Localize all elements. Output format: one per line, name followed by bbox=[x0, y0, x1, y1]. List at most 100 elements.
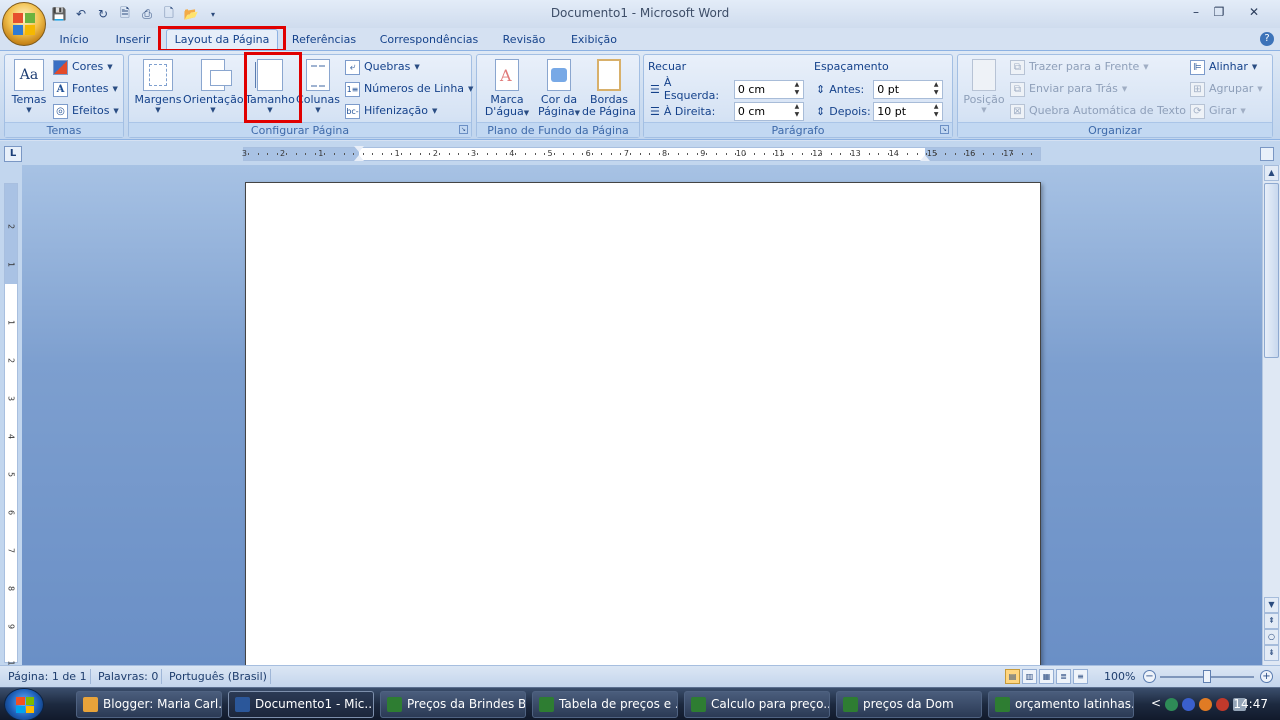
orientacao-button[interactable]: Orientação ▼ bbox=[183, 59, 244, 114]
close-button[interactable]: ✕ bbox=[1240, 2, 1268, 22]
vertical-ruler[interactable]: 2112345678910 bbox=[4, 183, 18, 671]
scrollbar-thumb[interactable] bbox=[1264, 183, 1279, 358]
espacamento-label: Espaçamento bbox=[814, 60, 889, 73]
security-icon[interactable] bbox=[1182, 698, 1195, 711]
scroll-up-icon[interactable]: ▲ bbox=[1264, 165, 1279, 181]
vertical-scrollbar[interactable]: ▲ ▼ ⇞ ○ ⇟ bbox=[1262, 165, 1280, 665]
taskbar-item[interactable]: Documento1 - Mic... bbox=[228, 691, 374, 718]
taskbar-item-label: orçamento latinhas... bbox=[1015, 697, 1134, 711]
quebra-automatica-button[interactable]: ⊠ Quebra Automática de Texto▼ bbox=[1010, 102, 1195, 120]
indent-left-input[interactable]: 0 cm ▲ ▼ bbox=[733, 79, 804, 99]
zoom-in-icon[interactable]: + bbox=[1260, 670, 1273, 683]
ruler-tick bbox=[248, 153, 249, 155]
ruler-tick bbox=[754, 153, 756, 155]
first-line-indent-marker[interactable] bbox=[354, 146, 364, 152]
start-button[interactable] bbox=[4, 688, 44, 720]
web-layout-icon[interactable]: ▦ bbox=[1039, 669, 1054, 684]
enviar-para-tras-button[interactable]: ⧉ Enviar para Trás ▼ bbox=[1010, 80, 1127, 98]
numeros-de-linha-button[interactable]: 1≡ Números de Linha ▼ bbox=[345, 80, 473, 98]
margens-button[interactable]: Margens ▼ bbox=[132, 59, 184, 114]
update-icon[interactable] bbox=[1199, 698, 1212, 711]
full-screen-reading-icon[interactable]: ▥ bbox=[1022, 669, 1037, 684]
taskbar-item[interactable]: Calculo para preço... bbox=[684, 691, 830, 718]
spacing-after-input[interactable]: 10 pt ▲ ▼ bbox=[873, 101, 944, 121]
ruler-tick bbox=[811, 153, 813, 155]
quebras-button[interactable]: ⤶ Quebras ▼ bbox=[345, 58, 420, 76]
tab-inicio[interactable]: Início bbox=[52, 30, 96, 50]
girar-button[interactable]: ⟳ Girar ▼ bbox=[1190, 102, 1246, 120]
spinner-arrows-icon[interactable]: ▲ ▼ bbox=[791, 103, 803, 120]
scroll-down-icon[interactable]: ▼ bbox=[1264, 597, 1279, 613]
office-button[interactable] bbox=[2, 2, 46, 46]
alinhar-button[interactable]: ⊫ Alinhar ▼ bbox=[1190, 58, 1257, 76]
spinner-arrows-icon[interactable]: ▲ ▼ bbox=[930, 81, 942, 98]
dialog-launcher-icon[interactable]: ↘ bbox=[459, 125, 468, 134]
horizontal-ruler[interactable]: 3 2 1 1 2 3 4 5 6 7 8 9 10 11 12 13 14 15 16 17 bbox=[242, 146, 1041, 161]
ruler-tick bbox=[458, 153, 460, 155]
cor-da-pagina-button[interactable]: Cor da Página▼ bbox=[533, 59, 585, 119]
outline-view-icon[interactable]: ≣ bbox=[1056, 669, 1071, 684]
cores-button[interactable]: Cores ▼ bbox=[53, 58, 113, 76]
chevron-down-icon: ▼ bbox=[414, 63, 420, 71]
print-layout-icon[interactable]: ▤ bbox=[1005, 669, 1020, 684]
view-ruler-button[interactable] bbox=[1260, 147, 1274, 161]
tab-selector-button[interactable]: L bbox=[4, 146, 22, 162]
bordas-de-pagina-button[interactable]: Bordas de Página bbox=[581, 59, 637, 118]
zoom-slider-thumb[interactable] bbox=[1203, 670, 1211, 683]
spinner-arrows-icon[interactable]: ▲ ▼ bbox=[930, 103, 942, 120]
agrupar-button[interactable]: ⊞ Agrupar ▼ bbox=[1190, 80, 1263, 98]
vertical-ruler-number: 5 bbox=[6, 471, 16, 478]
document-page[interactable] bbox=[245, 182, 1041, 672]
zoom-out-icon[interactable]: − bbox=[1143, 670, 1156, 683]
ruler-tick bbox=[954, 153, 956, 155]
spacing-before-input[interactable]: 0 pt ▲ ▼ bbox=[873, 79, 944, 99]
ruler-margin-top bbox=[5, 184, 17, 284]
antivirus-icon[interactable] bbox=[1216, 698, 1229, 711]
indent-right-input[interactable]: 0 cm ▲ ▼ bbox=[733, 101, 804, 121]
spinner-arrows-icon[interactable]: ▲ ▼ bbox=[791, 81, 803, 98]
browse-object-icon[interactable]: ○ bbox=[1264, 629, 1279, 645]
trazer-para-frente-button[interactable]: ⧉ Trazer para a Frente ▼ bbox=[1010, 58, 1149, 76]
hanging-indent-marker[interactable] bbox=[354, 155, 364, 161]
next-page-icon[interactable]: ⇟ bbox=[1264, 645, 1279, 661]
ruler-tick bbox=[343, 153, 345, 155]
dialog-launcher-icon[interactable]: ↘ bbox=[940, 125, 949, 134]
language-status[interactable]: Português (Brasil) bbox=[169, 670, 267, 683]
posicao-button[interactable]: Posição ▼ bbox=[962, 59, 1006, 114]
page-count-status[interactable]: Página: 1 de 1 bbox=[8, 670, 87, 683]
rotate-icon: ⟳ bbox=[1190, 103, 1205, 119]
taskbar-item[interactable]: Preços da Brindes B... bbox=[380, 691, 526, 718]
tab-inserir[interactable]: Inserir bbox=[108, 30, 158, 50]
taskbar-item[interactable]: Blogger: Maria Carl... bbox=[76, 691, 222, 718]
tab-exibicao[interactable]: Exibição bbox=[564, 30, 624, 50]
columns-icon bbox=[306, 59, 330, 91]
help-icon[interactable]: ? bbox=[1260, 32, 1274, 46]
network-icon[interactable] bbox=[1165, 698, 1178, 711]
previous-page-icon[interactable]: ⇞ bbox=[1264, 613, 1279, 629]
taskbar-item[interactable]: Tabela de preços e ... bbox=[532, 691, 678, 718]
marca-dagua-button[interactable]: A Marca D'água▼ bbox=[481, 59, 533, 119]
tab-revisao[interactable]: Revisão bbox=[496, 30, 552, 50]
line-numbers-icon: 1≡ bbox=[345, 81, 360, 97]
taskbar-item[interactable]: preços da Dom bbox=[836, 691, 982, 718]
clock[interactable]: 14:47 bbox=[1233, 697, 1268, 711]
tray-expand-icon[interactable]: < bbox=[1151, 696, 1161, 710]
ruler-number: 7 bbox=[623, 149, 629, 158]
tab-referencias[interactable]: Referências bbox=[288, 30, 360, 50]
chevron-down-icon: ▼ bbox=[432, 107, 438, 115]
right-indent-marker[interactable] bbox=[920, 155, 930, 161]
word-count-status[interactable]: Palavras: 0 bbox=[98, 670, 158, 683]
restore-button[interactable]: ❐ bbox=[1205, 2, 1233, 22]
vertical-ruler-number: 8 bbox=[6, 585, 16, 592]
hifenizacao-button[interactable]: bc- Hifenização ▼ bbox=[345, 102, 437, 120]
tab-correspondencias[interactable]: Correspondências bbox=[374, 30, 484, 50]
efeitos-button[interactable]: ◎ Efeitos ▼ bbox=[53, 102, 119, 120]
zoom-level[interactable]: 100% bbox=[1104, 670, 1135, 683]
fontes-button[interactable]: A Fontes ▼ bbox=[53, 80, 118, 98]
page-borders-icon bbox=[597, 59, 621, 91]
temas-button[interactable]: Aa Temas ▼ bbox=[9, 59, 49, 114]
font-icon: A bbox=[53, 81, 68, 97]
ruler-tick bbox=[563, 153, 565, 155]
taskbar-item[interactable]: orçamento latinhas... bbox=[988, 691, 1134, 718]
draft-view-icon[interactable]: ≡ bbox=[1073, 669, 1088, 684]
